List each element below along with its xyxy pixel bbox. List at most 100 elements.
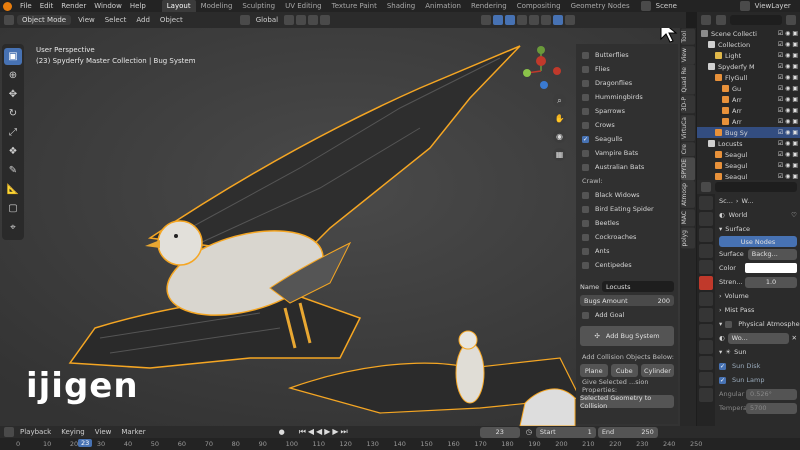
keying-menu[interactable]: Keying — [56, 428, 90, 436]
bug-item-cockroaches[interactable]: Cockroaches — [576, 230, 678, 244]
fake-user-icon[interactable]: ♡ — [791, 211, 797, 219]
menu-render[interactable]: Render — [57, 2, 90, 10]
checkbox[interactable] — [582, 79, 589, 87]
outliner-row[interactable]: Bug Sy ☑ ◉ ▣ — [697, 127, 800, 138]
add-goal-toggle[interactable]: Add Goal — [576, 308, 678, 322]
outliner-row[interactable]: Light ☑ ◉ ▣ — [697, 50, 800, 61]
select-menu[interactable]: Select — [100, 16, 132, 24]
marker-menu[interactable]: Marker — [116, 428, 150, 436]
outliner-row[interactable]: Locusts ☑ ◉ ▣ — [697, 138, 800, 149]
visibility-toggles[interactable]: ☑ ◉ ▣ — [778, 129, 800, 136]
side-tab-mac[interactable]: MAC — [681, 209, 695, 227]
bug-item-australian-bats[interactable]: Australian Bats — [576, 160, 678, 174]
angle-field[interactable]: 0.526° — [746, 388, 797, 400]
falloff-icon[interactable] — [320, 15, 331, 25]
side-tab-quad-re[interactable]: Quad Re — [681, 64, 695, 95]
checkbox-checked[interactable]: ✓ — [582, 135, 589, 143]
side-tab-polyg[interactable]: polyg — [681, 227, 695, 249]
outliner-row[interactable]: Seagul ☑ ◉ ▣ — [697, 149, 800, 160]
visibility-icon[interactable] — [481, 15, 492, 25]
visibility-toggles[interactable]: ☑ ◉ ▣ — [778, 140, 800, 147]
add-bug-system-button[interactable]: ✣ Add Bug System — [580, 326, 674, 346]
constraints-tab-icon[interactable] — [699, 372, 713, 386]
visibility-toggles[interactable]: ☑ ◉ ▣ — [778, 30, 800, 37]
data-tab-icon[interactable] — [699, 388, 713, 402]
playback-menu[interactable]: Playback — [15, 428, 56, 436]
timeline-ruler[interactable]: 0 10 20 30 40 50 60 70 80 90 100 110 120 130 140 150 160… — [0, 438, 800, 450]
temperature-field[interactable]: 5700 — [746, 402, 797, 414]
collection-tab-icon[interactable] — [699, 292, 713, 306]
side-tab-virtuca[interactable]: VirtuCa — [681, 114, 695, 141]
checkbox[interactable] — [582, 191, 589, 199]
properties-search-input[interactable] — [715, 182, 797, 192]
shading-wireframe-icon[interactable] — [529, 15, 540, 25]
playhead-frame-indicator[interactable]: 23 — [78, 439, 93, 447]
visibility-toggles[interactable]: ☑ ◉ ▣ — [778, 162, 800, 169]
measure-tool-icon[interactable]: 📐 — [4, 181, 22, 198]
collision-cube-button[interactable]: Cube — [610, 364, 638, 377]
side-tab-view[interactable]: View — [681, 45, 695, 64]
visibility-toggles[interactable]: ☑ ◉ ▣ — [778, 151, 800, 158]
collision-plane-button[interactable]: Plane — [580, 364, 608, 377]
sun-lamp-toggle[interactable]: ✓ Sun Lamp — [719, 373, 797, 387]
checkbox[interactable] — [582, 233, 589, 241]
physics-tab-icon[interactable] — [699, 356, 713, 370]
name-input[interactable]: Locusts — [602, 281, 674, 292]
visibility-toggles[interactable]: ☑ ◉ ▣ — [778, 96, 800, 103]
world-name[interactable]: World — [729, 211, 788, 219]
visibility-toggles[interactable]: ☑ ◉ ▣ — [778, 63, 800, 70]
side-tab-atmosp[interactable]: Atmosp — [681, 181, 695, 209]
workspace-tab-shading[interactable]: Shading — [382, 0, 420, 12]
visibility-toggles[interactable]: ☑ ◉ ▣ — [778, 107, 800, 114]
zoom-icon[interactable]: ⌕ — [553, 94, 566, 107]
3d-viewport[interactable]: ▣ ⊕ ✥ ↻ ⤢ ❖ ✎ 📐 ▢ ⌖ User Perspective (23… — [0, 28, 686, 426]
checkbox[interactable] — [582, 219, 589, 227]
bug-item-bird-eating-spider[interactable]: Bird Eating Spider — [576, 202, 678, 216]
pivot-icon[interactable] — [284, 15, 295, 25]
camera-icon[interactable]: ◉ — [553, 130, 566, 143]
workspace-tab-compositing[interactable]: Compositing — [512, 0, 566, 12]
close-icon[interactable]: ✕ — [792, 334, 797, 342]
menu-file[interactable]: File — [16, 2, 36, 10]
workspace-tab-rendering[interactable]: Rendering — [466, 0, 512, 12]
output-tab-icon[interactable] — [699, 228, 713, 242]
outliner-editor-icon[interactable] — [701, 15, 711, 25]
add-menu[interactable]: Add — [131, 16, 155, 24]
visibility-toggles[interactable]: ☑ ◉ ▣ — [778, 85, 800, 92]
pan-hand-icon[interactable]: ✋ — [553, 112, 566, 125]
bugs-amount-field[interactable]: Bugs Amount 200 — [580, 295, 674, 306]
checkbox[interactable] — [582, 311, 589, 319]
rotate-tool-icon[interactable]: ↻ — [4, 105, 22, 122]
world-tab-icon[interactable] — [699, 276, 713, 290]
outliner-row[interactable]: Collection ☑ ◉ ▣ — [697, 39, 800, 50]
visibility-toggles[interactable]: ☑ ◉ ▣ — [778, 118, 800, 125]
bug-item-hummingbirds[interactable]: Hummingbirds — [576, 90, 678, 104]
checkbox[interactable] — [582, 149, 589, 157]
menu-help[interactable]: Help — [126, 2, 150, 10]
side-tab-spyde[interactable]: SPYDE — [681, 157, 695, 181]
end-frame-field[interactable]: End 250 — [597, 426, 658, 438]
view-layer-tab-icon[interactable] — [699, 244, 713, 258]
surface-panel-header[interactable]: ▾ Surface — [719, 222, 797, 236]
menu-edit[interactable]: Edit — [36, 2, 58, 10]
scale-tool-icon[interactable]: ⤢ — [4, 124, 22, 141]
outliner-row[interactable]: Seagul ☑ ◉ ▣ — [697, 160, 800, 171]
workspace-tab-sculpting[interactable]: Sculpting — [237, 0, 280, 12]
start-frame-field[interactable]: Start 1 — [535, 426, 596, 438]
bug-item-black-widows[interactable]: Black Widows — [576, 188, 678, 202]
scene-tab-icon[interactable] — [699, 260, 713, 274]
sun-disk-toggle[interactable]: ✓ Sun Disk — [719, 359, 797, 373]
display-mode-icon[interactable] — [716, 15, 726, 25]
grid-ortho-icon[interactable]: ▦ — [553, 148, 566, 161]
filter-icon[interactable] — [786, 15, 796, 25]
bug-item-vampire-bats[interactable]: Vampire Bats — [576, 146, 678, 160]
playback-controls[interactable]: ⏮◀◀▶▶⏭ — [299, 427, 350, 437]
outliner-row[interactable]: Arr ☑ ◉ ▣ — [697, 105, 800, 116]
orientation-dropdown[interactable]: Global — [251, 16, 283, 24]
atmosphere-world-field[interactable]: Wo... — [727, 332, 789, 344]
menu-window[interactable]: Window — [90, 2, 126, 10]
physical-atmosphere-header[interactable]: ▾ Physical Atmospher — [719, 317, 800, 331]
xray-icon[interactable] — [517, 15, 528, 25]
checkbox[interactable] — [582, 65, 589, 73]
sun-subpanel-header[interactable]: ▾ ☀ Sun — [719, 345, 797, 359]
